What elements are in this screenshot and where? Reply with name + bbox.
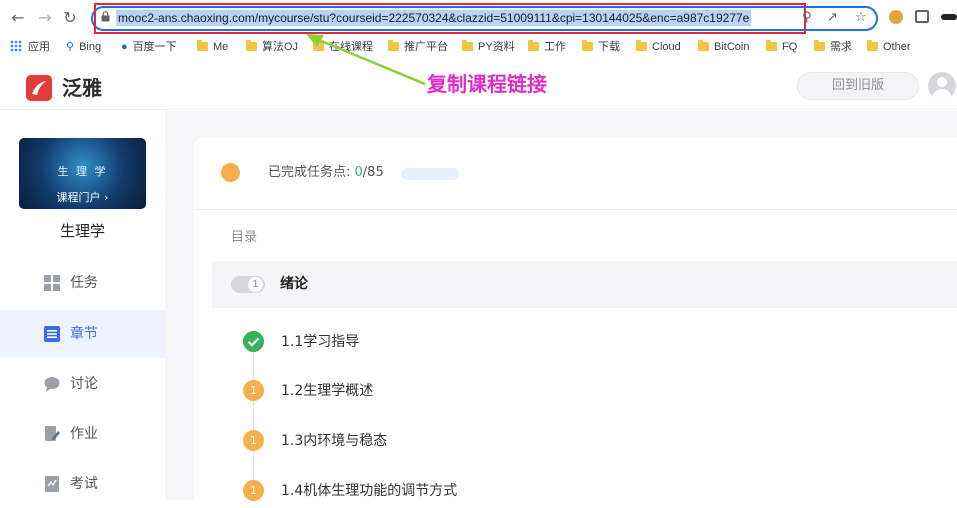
folder-icon bbox=[814, 40, 825, 51]
unit-title[interactable]: 绪论 bbox=[280, 275, 308, 294]
bookmark-folder[interactable]: PY资料 bbox=[462, 39, 515, 55]
section-row[interactable]: 1 1.3内环境与稳态 bbox=[243, 430, 943, 452]
sidebar-item-chapters[interactable]: 章节 bbox=[0, 310, 165, 358]
section-title[interactable]: 1.4机体生理功能的调节方式 bbox=[281, 481, 457, 501]
bookmark-folder[interactable]: FQ bbox=[766, 39, 797, 55]
timeline-line bbox=[253, 452, 254, 480]
reload-icon[interactable]: ↻ bbox=[60, 8, 80, 28]
unit-row[interactable] bbox=[212, 261, 957, 308]
course-cover[interactable]: 生 理 学 课程门户 › bbox=[19, 138, 146, 209]
list-icon bbox=[44, 326, 60, 342]
sidebar-item-tasks[interactable]: 任务 bbox=[0, 259, 165, 307]
url-text[interactable]: mooc2-ans.chaoxing.com/mycourse/stu?cour… bbox=[116, 10, 752, 26]
sidebar-item-homework[interactable]: 作业 bbox=[0, 410, 165, 458]
unit-number-badge: 1 bbox=[248, 277, 263, 292]
folder-icon bbox=[197, 40, 208, 51]
bookmarks-bar: 应用 ⚲ Bing ● 百度一下 Me 算法OJ 在线课程 推广平台 PY资料 工作… bbox=[0, 36, 957, 58]
sidebar-item-label: 讨论 bbox=[70, 376, 98, 392]
task-count-badge: 1 bbox=[243, 480, 264, 501]
extension-window-icon[interactable] bbox=[915, 10, 929, 23]
task-count-badge: 1 bbox=[243, 380, 264, 401]
search-icon: ⚲ bbox=[66, 41, 75, 53]
avatar[interactable] bbox=[928, 72, 956, 100]
annotation-copy-link: 复制课程链接 bbox=[427, 72, 547, 96]
folder-icon bbox=[582, 40, 593, 51]
folder-icon bbox=[636, 40, 647, 51]
folder-icon bbox=[528, 40, 539, 51]
sidebar-item-label: 任务 bbox=[70, 275, 98, 291]
course-cover-title: 生 理 学 bbox=[57, 165, 108, 178]
extension-cookie-icon[interactable] bbox=[889, 10, 903, 24]
section-row[interactable]: 1.1学习指导 bbox=[243, 331, 943, 353]
course-portal-link[interactable]: 课程门户 › bbox=[19, 189, 146, 205]
bookmark-folder[interactable]: Me bbox=[197, 39, 228, 55]
folder-icon bbox=[766, 40, 777, 51]
sidebar-item-label: 考试 bbox=[70, 476, 98, 492]
sidebar-item-discussion[interactable]: 讨论 bbox=[0, 360, 165, 408]
browser-chrome: ← → ↻ mooc2-ans.chaoxing.com/mycourse/st… bbox=[0, 0, 957, 61]
folder-icon bbox=[462, 40, 473, 51]
divider bbox=[194, 209, 957, 210]
baidu-paw-icon: ● bbox=[121, 41, 128, 53]
edit-icon bbox=[45, 426, 60, 441]
section-row[interactable]: 1 1.2生理学概述 bbox=[243, 380, 943, 402]
apps-grid-icon bbox=[10, 40, 22, 52]
grid-icon bbox=[44, 275, 60, 291]
sidebar-item-label: 作业 bbox=[70, 426, 98, 442]
exam-icon bbox=[45, 476, 59, 492]
chat-icon bbox=[44, 377, 60, 392]
section-row[interactable]: 1 1.4机体生理功能的调节方式 bbox=[243, 480, 943, 502]
progress-dot bbox=[221, 163, 240, 182]
bookmark-baidu[interactable]: ● 百度一下 bbox=[121, 39, 177, 55]
bookmark-bing[interactable]: ⚲ Bing bbox=[66, 39, 101, 55]
bookmark-folder[interactable]: Cloud bbox=[636, 39, 681, 55]
lock-icon bbox=[101, 11, 110, 22]
bookmark-folder[interactable]: 下载 bbox=[582, 39, 620, 55]
folder-icon bbox=[867, 40, 878, 51]
sidebar-item-label: 章节 bbox=[70, 326, 98, 342]
bookmark-star-icon[interactable]: ☆ bbox=[855, 10, 867, 26]
old-version-button[interactable]: 回到旧版 bbox=[797, 72, 919, 100]
section-title[interactable]: 1.3内环境与稳态 bbox=[281, 431, 387, 451]
task-count-badge: 1 bbox=[243, 430, 264, 451]
folder-icon bbox=[698, 40, 709, 51]
bookmark-folder[interactable]: 算法OJ bbox=[246, 39, 298, 55]
timeline-line bbox=[253, 353, 254, 381]
section-title[interactable]: 1.1学习指导 bbox=[281, 332, 359, 352]
section-title[interactable]: 1.2生理学概述 bbox=[281, 381, 373, 401]
back-icon[interactable]: ← bbox=[8, 8, 28, 28]
bookmark-folder[interactable]: Other bbox=[867, 39, 911, 55]
folder-icon bbox=[246, 40, 257, 51]
sidebar-item-exam[interactable]: 考试 bbox=[0, 460, 165, 508]
bookmark-folder[interactable]: 需求 bbox=[814, 39, 852, 55]
toc-label: 目录 bbox=[231, 230, 258, 245]
annotation-arrow bbox=[306, 34, 426, 86]
extension-mask-icon[interactable] bbox=[941, 14, 957, 20]
share-icon[interactable]: ↗ bbox=[827, 10, 838, 26]
bookmark-folder[interactable]: BitCoin bbox=[698, 39, 749, 55]
progress-bar bbox=[401, 168, 459, 180]
progress-total: /85 bbox=[362, 165, 384, 180]
bookmark-apps[interactable]: 应用 bbox=[10, 39, 50, 55]
progress-done-count: 0 bbox=[354, 165, 363, 180]
bookmark-folder[interactable]: 工作 bbox=[528, 39, 566, 55]
forward-icon[interactable]: → bbox=[35, 8, 55, 28]
zoom-icon[interactable]: ⚲ bbox=[802, 10, 812, 26]
check-icon bbox=[243, 331, 264, 352]
progress-text: 已完成任务点: 0/85 bbox=[268, 165, 384, 180]
logo-text[interactable]: 泛雅 bbox=[62, 74, 102, 102]
course-name: 生理学 bbox=[59, 222, 105, 240]
timeline-line bbox=[253, 402, 254, 430]
fanya-logo-icon[interactable] bbox=[26, 75, 52, 101]
